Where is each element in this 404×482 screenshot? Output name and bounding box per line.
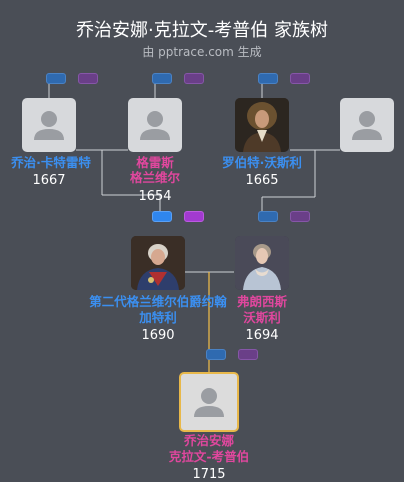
- person-portrait: [131, 236, 185, 290]
- parents-toggle-button[interactable]: [46, 73, 66, 84]
- spouse-toggle-button[interactable]: [184, 211, 204, 222]
- person-card-grace-granville[interactable]: [128, 98, 182, 152]
- person-birth-year: 1715: [192, 467, 226, 482]
- person-name: 沃斯利: [243, 310, 281, 325]
- person-name: 弗朗西斯: [236, 294, 287, 309]
- person-birth-year: 1654: [138, 189, 172, 204]
- person-placeholder-icon: [352, 111, 382, 140]
- spouse-toggle-button[interactable]: [290, 73, 310, 84]
- parents-toggle-button[interactable]: [258, 211, 278, 222]
- spouse-toggle-button[interactable]: [78, 73, 98, 84]
- person-placeholder-icon: [34, 111, 64, 140]
- parents-toggle-button[interactable]: [258, 73, 278, 84]
- spouse-toggle-button[interactable]: [238, 349, 258, 360]
- person-name: 乔治安娜: [183, 433, 234, 448]
- person-birth-year: 1667: [32, 173, 66, 188]
- person-name: 加特利: [139, 310, 177, 325]
- person-birth-year: 1665: [245, 173, 279, 188]
- person-name: 罗伯特·沃斯利: [222, 155, 302, 170]
- person-card-unknown-wife[interactable]: [340, 98, 394, 152]
- person-card-john-carteret[interactable]: [131, 236, 185, 290]
- person-placeholder-icon: [140, 111, 170, 140]
- person-birth-year: 1694: [245, 328, 279, 343]
- person-portrait: [235, 236, 289, 290]
- person-placeholder-icon: [194, 388, 224, 417]
- person-birth-year: 1690: [141, 328, 175, 343]
- parents-toggle-button[interactable]: [152, 211, 172, 222]
- parents-toggle-button[interactable]: [152, 73, 172, 84]
- person-name: 格雷斯: [136, 155, 174, 170]
- spouse-toggle-button[interactable]: [184, 73, 204, 84]
- person-card-georgiana[interactable]: [179, 372, 239, 432]
- parents-toggle-button[interactable]: [206, 349, 226, 360]
- person-name: 克拉文-考普伯: [168, 449, 250, 464]
- spouse-toggle-button[interactable]: [290, 211, 310, 222]
- person-name: 乔治·卡特雷特: [11, 155, 91, 170]
- person-card-robert-worsley[interactable]: [235, 98, 289, 152]
- person-card-george-carteret[interactable]: [22, 98, 76, 152]
- person-portrait: [235, 98, 289, 152]
- person-name: 格兰维尔: [129, 170, 180, 185]
- person-card-frances-worsley[interactable]: [235, 236, 289, 290]
